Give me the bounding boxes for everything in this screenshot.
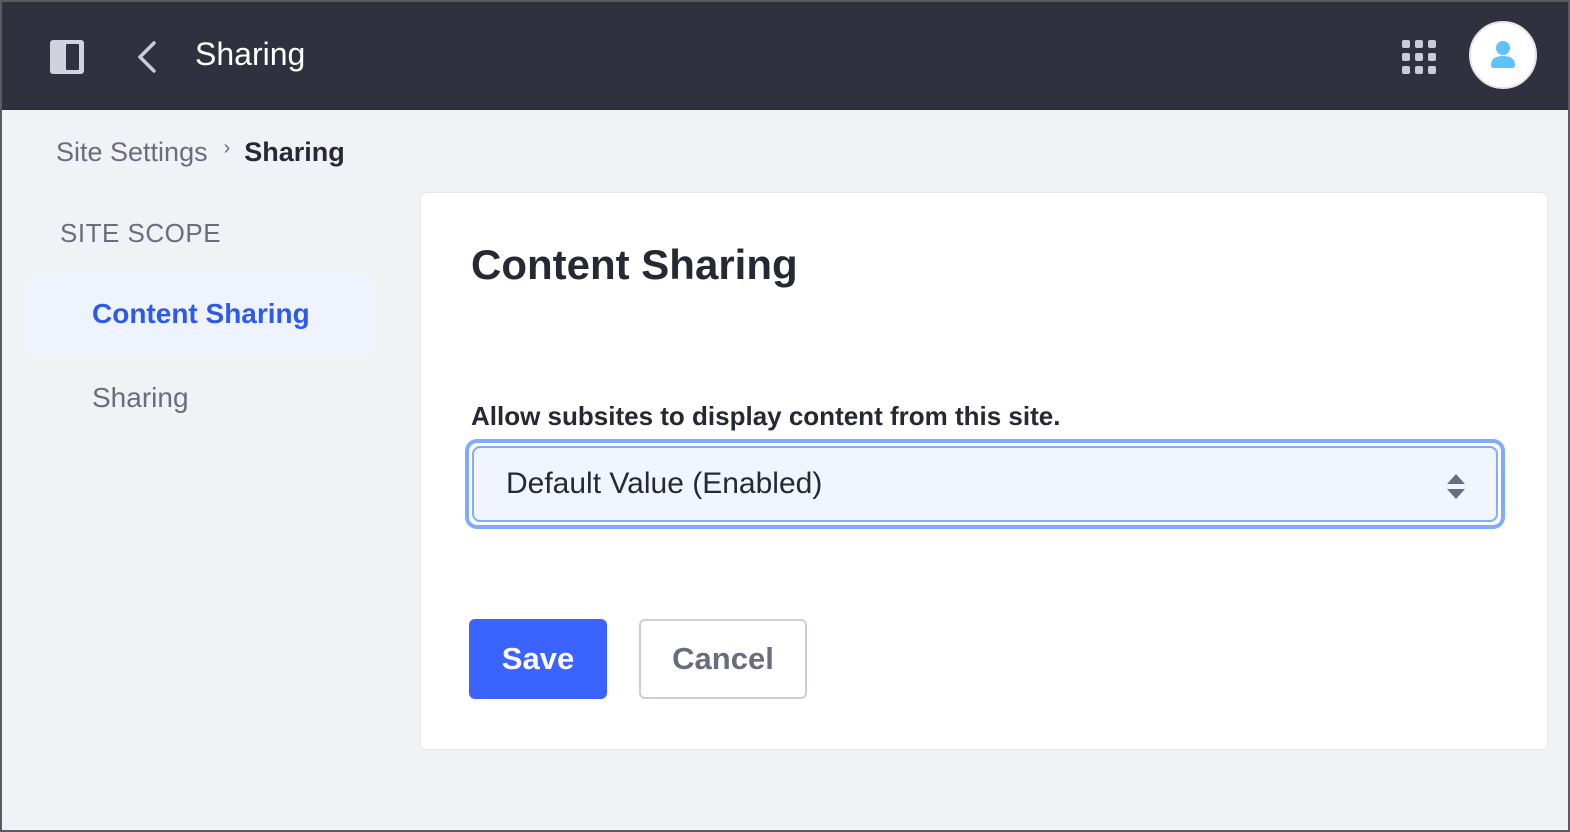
select-focus-ring: Default Value (Enabled) (465, 439, 1505, 529)
user-icon (1491, 41, 1515, 68)
user-avatar[interactable] (1469, 21, 1537, 89)
back-chevron-icon[interactable] (132, 40, 162, 74)
apps-grid-icon[interactable] (1402, 40, 1438, 76)
breadcrumb: Site Settings › Sharing (56, 137, 345, 168)
content-sharing-select[interactable]: Default Value (Enabled) (472, 446, 1498, 522)
breadcrumb-item-current: Sharing (244, 137, 345, 167)
sort-arrows-icon (1447, 474, 1465, 499)
breadcrumb-item-site-settings[interactable]: Site Settings (56, 137, 208, 168)
sidebar-item-content-sharing[interactable]: Content Sharing (28, 273, 372, 355)
top-bar: Sharing (2, 2, 1568, 110)
sidebar-item-sharing[interactable]: Sharing (28, 357, 372, 439)
sidebar-heading: SITE SCOPE (60, 218, 222, 248)
content-sharing-card: Content Sharing Allow subsites to displa… (420, 192, 1548, 750)
field-label: Allow subsites to display content from t… (471, 401, 1061, 431)
sidebar-panel-icon[interactable] (50, 40, 84, 74)
page-title: Sharing (195, 36, 306, 72)
cancel-button[interactable]: Cancel (639, 619, 807, 699)
breadcrumb-separator-icon: › (223, 137, 231, 159)
section-title: Content Sharing (471, 241, 798, 288)
save-button[interactable]: Save (469, 619, 607, 699)
select-value: Default Value (Enabled) (506, 467, 823, 500)
